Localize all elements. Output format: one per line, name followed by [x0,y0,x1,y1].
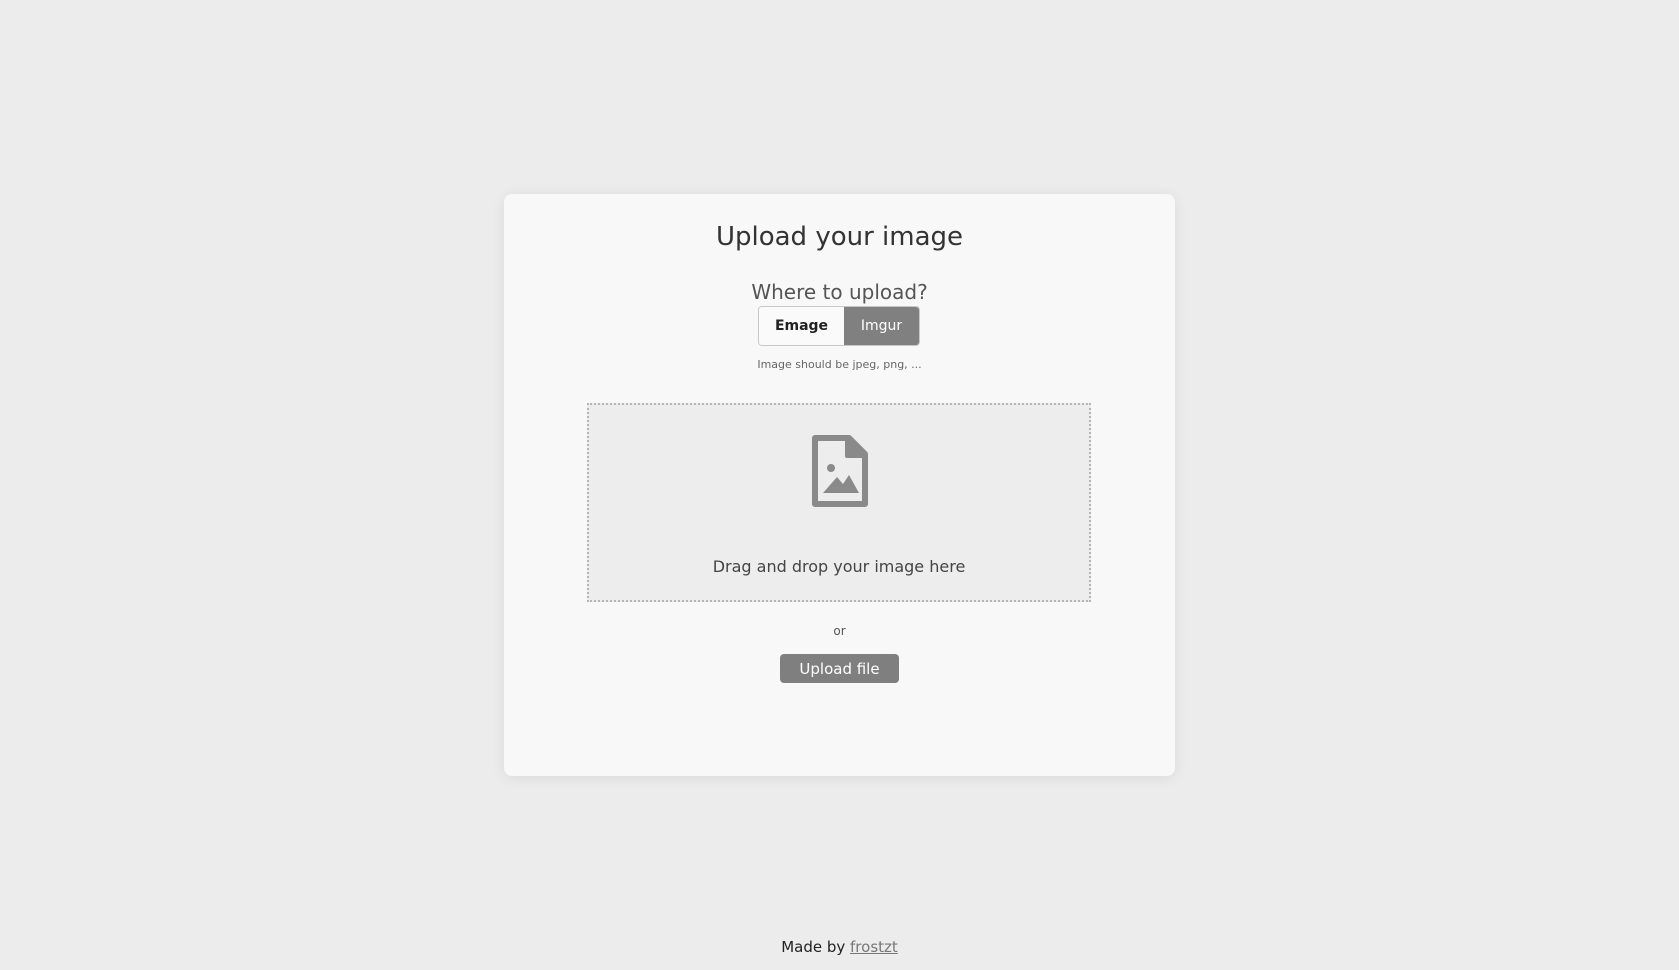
drop-zone[interactable]: Drag and drop your image here [587,403,1091,602]
page-title: Upload your image [715,222,964,252]
upload-card: Upload your image Where to upload? Emage… [504,194,1175,776]
emage-option-button[interactable]: Emage [759,307,844,345]
footer: Made by frostzt [0,938,1679,956]
image-file-icon [812,435,868,507]
author-link[interactable]: frostzt [850,938,898,956]
imgur-option-button[interactable]: Imgur [844,307,919,345]
file-type-hint: Image should be jpeg, png, ... [757,358,922,371]
drop-zone-text: Drag and drop your image here [712,557,966,576]
upload-destination-toggle: Emage Imgur [758,306,920,346]
footer-prefix: Made by [781,938,851,956]
or-separator: or [833,624,846,638]
upload-destination-label: Where to upload? [751,280,928,304]
upload-file-button[interactable]: Upload file [780,654,899,683]
